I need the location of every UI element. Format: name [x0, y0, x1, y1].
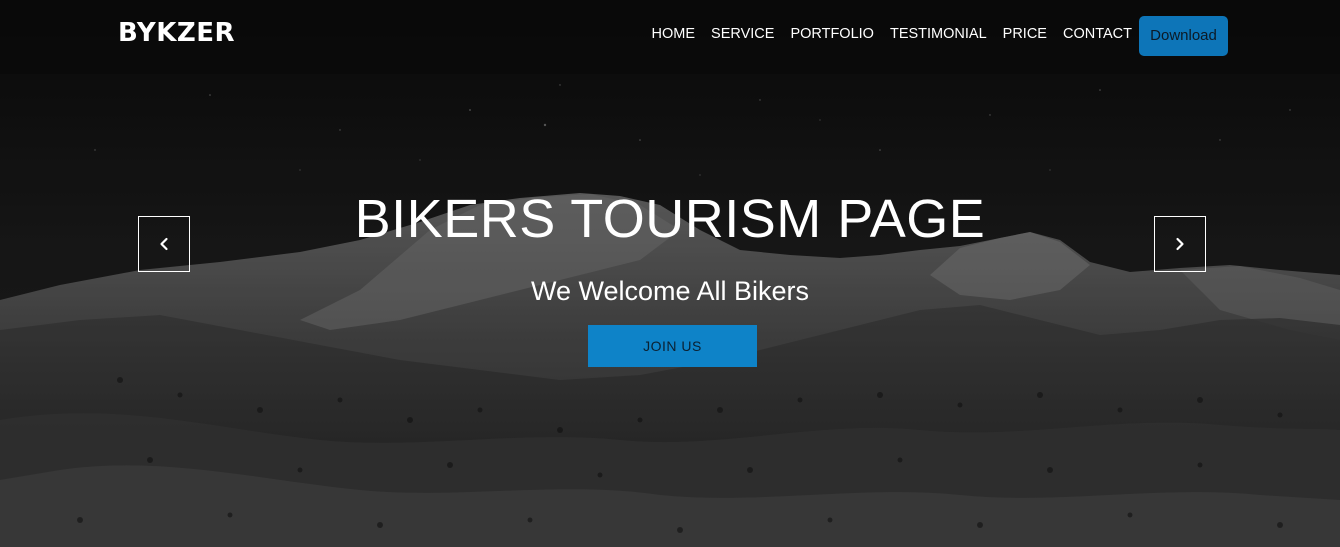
hero-section: BYKZER HOME SERVICE PORTFOLIO TESTIMONIA…: [0, 0, 1340, 547]
mountain-background-image: [0, 0, 1340, 547]
nav-link-portfolio[interactable]: PORTFOLIO: [790, 26, 874, 42]
hero-subtitle: We Welcome All Bikers: [530, 276, 810, 306]
brand-logo[interactable]: BYKZER: [118, 18, 235, 48]
join-us-button[interactable]: JOIN US: [588, 325, 757, 367]
nav-link-contact[interactable]: CONTACT: [1063, 26, 1132, 42]
hero-title: BIKERS TOURISM PAGE: [354, 189, 986, 249]
nav-link-service[interactable]: SERVICE: [711, 26, 774, 42]
navbar: BYKZER HOME SERVICE PORTFOLIO TESTIMONIA…: [0, 0, 1340, 74]
nav-link-home[interactable]: HOME: [652, 26, 696, 42]
nav-link-price[interactable]: PRICE: [1003, 26, 1047, 42]
download-button[interactable]: Download: [1139, 16, 1228, 56]
nav-links: HOME SERVICE PORTFOLIO TESTIMONIAL PRICE…: [636, 26, 1132, 42]
nav-link-testimonial[interactable]: TESTIMONIAL: [890, 26, 987, 42]
